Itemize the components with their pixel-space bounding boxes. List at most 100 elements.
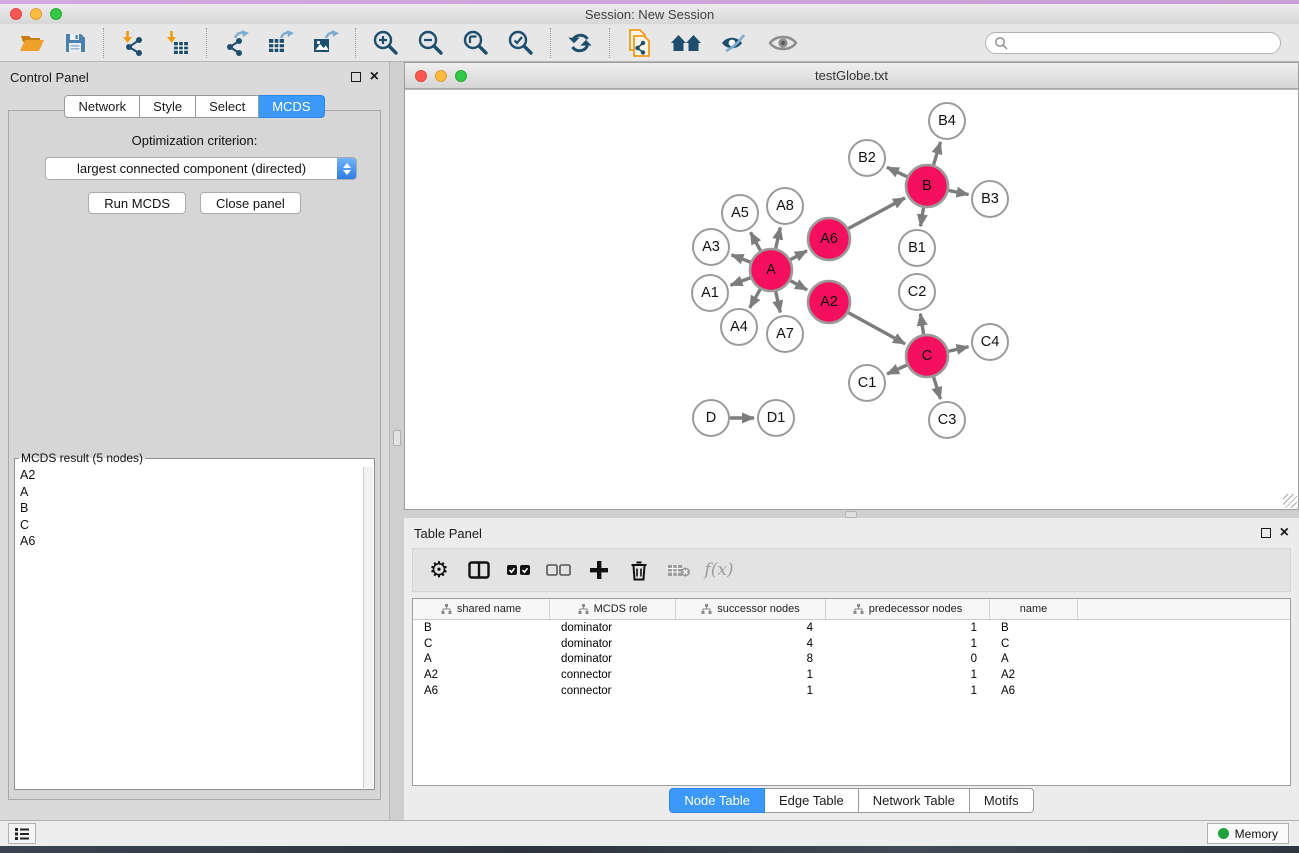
mcds-result-item[interactable]: A2 xyxy=(16,467,362,484)
edge-B-B4[interactable] xyxy=(933,142,940,165)
node-A6[interactable]: A6 xyxy=(808,218,850,260)
node-B[interactable]: B xyxy=(906,165,948,207)
edge-A-A3[interactable] xyxy=(732,255,751,262)
column-panel-button[interactable] xyxy=(463,552,495,588)
import-table-button[interactable] xyxy=(155,27,199,59)
edge-A6-B[interactable] xyxy=(848,198,905,229)
edge-A-A4[interactable] xyxy=(750,289,760,308)
import-network-button[interactable] xyxy=(111,27,155,59)
edge-B-B1[interactable] xyxy=(921,208,924,227)
table-cell[interactable]: 1 xyxy=(676,669,826,681)
table-cell[interactable]: A xyxy=(413,653,550,665)
search-field[interactable] xyxy=(985,32,1281,54)
table-settings-button[interactable]: ⚙ xyxy=(423,552,455,588)
table-tab-motifs[interactable]: Motifs xyxy=(970,788,1034,813)
save-session-button[interactable] xyxy=(54,27,96,59)
table-cell[interactable]: B xyxy=(990,622,1078,634)
edge-A-A5[interactable] xyxy=(751,232,761,250)
zoom-in-button[interactable] xyxy=(363,27,408,59)
table-cell[interactable]: dominator xyxy=(550,653,676,665)
column-header-successor-nodes[interactable]: successor nodes xyxy=(676,599,826,619)
window-resize-grip[interactable] xyxy=(1283,494,1297,508)
node-A3[interactable]: A3 xyxy=(693,229,729,265)
tab-style[interactable]: Style xyxy=(140,95,196,118)
function-builder-button[interactable]: f(x) xyxy=(703,552,735,588)
delete-button[interactable] xyxy=(623,552,655,588)
edge-A-A6[interactable] xyxy=(790,251,807,260)
export-network-button[interactable] xyxy=(214,27,258,59)
delete-table-button[interactable] xyxy=(663,552,695,588)
edge-A-A1[interactable] xyxy=(731,278,751,285)
table-row[interactable]: Cdominator41C xyxy=(413,636,1290,652)
table-tab-node-table[interactable]: Node Table xyxy=(669,788,765,813)
table-cell[interactable]: 8 xyxy=(676,653,826,665)
float-panel-icon[interactable] xyxy=(351,72,361,82)
table-cell[interactable]: B xyxy=(413,622,550,634)
edge-C-C2[interactable] xyxy=(920,314,923,335)
table-cell[interactable]: 4 xyxy=(676,638,826,650)
table-cell[interactable]: connector xyxy=(550,685,676,697)
edge-B-B3[interactable] xyxy=(949,190,969,194)
tab-select[interactable]: Select xyxy=(196,95,259,118)
node-C[interactable]: C xyxy=(906,335,948,377)
task-history-button[interactable] xyxy=(8,823,36,844)
mcds-result-item[interactable]: A xyxy=(16,484,362,501)
add-button[interactable] xyxy=(583,552,615,588)
node-B3[interactable]: B3 xyxy=(972,181,1008,217)
export-table-button[interactable] xyxy=(258,27,303,59)
table-cell[interactable]: A2 xyxy=(990,669,1078,681)
home-button[interactable] xyxy=(661,27,711,59)
node-B4[interactable]: B4 xyxy=(929,103,965,139)
node-A8[interactable]: A8 xyxy=(767,188,803,224)
network-canvas[interactable]: B4B2BB3A8A5A6A3B1AA1C2A2A4A7C4CC1DD1C3 xyxy=(405,89,1298,509)
node-A2[interactable]: A2 xyxy=(808,281,850,323)
close-panel-icon[interactable]: × xyxy=(370,72,379,82)
network-window-titlebar[interactable]: testGlobe.txt xyxy=(405,63,1298,89)
table-cell[interactable]: 4 xyxy=(676,622,826,634)
column-header-name[interactable]: name xyxy=(990,599,1078,619)
memory-button[interactable]: Memory xyxy=(1207,823,1289,844)
edge-A-A7[interactable] xyxy=(776,291,781,312)
table-cell[interactable]: 1 xyxy=(826,685,990,697)
table-cell[interactable]: A6 xyxy=(990,685,1078,697)
node-D1[interactable]: D1 xyxy=(758,400,794,436)
node-A7[interactable]: A7 xyxy=(767,316,803,352)
mcds-result-item[interactable]: B xyxy=(16,500,362,517)
mcds-result-item[interactable]: A6 xyxy=(16,533,362,550)
result-list-scrollbar[interactable] xyxy=(363,467,373,788)
clone-network-button[interactable] xyxy=(617,27,661,59)
show-all-button[interactable] xyxy=(759,27,807,59)
node-D[interactable]: D xyxy=(693,400,729,436)
refresh-button[interactable] xyxy=(558,27,602,59)
node-C1[interactable]: C1 xyxy=(849,365,885,401)
node-B2[interactable]: B2 xyxy=(849,140,885,176)
node-B1[interactable]: B1 xyxy=(899,230,935,266)
table-tab-network-table[interactable]: Network Table xyxy=(859,788,970,813)
edge-C-C1[interactable] xyxy=(887,365,907,374)
tab-mcds[interactable]: MCDS xyxy=(259,95,324,118)
edge-A-A2[interactable] xyxy=(790,281,807,290)
edge-A2-C[interactable] xyxy=(848,313,905,344)
mcds-result-item[interactable]: C xyxy=(16,517,362,534)
column-header-predecessor-nodes[interactable]: predecessor nodes xyxy=(826,599,990,619)
zoom-fit-button[interactable] xyxy=(453,27,498,59)
node-C2[interactable]: C2 xyxy=(899,274,935,310)
table-cell[interactable]: dominator xyxy=(550,638,676,650)
select-all-button[interactable] xyxy=(503,552,535,588)
table-cell[interactable]: dominator xyxy=(550,622,676,634)
table-cell[interactable]: 1 xyxy=(826,669,990,681)
edge-C-C3[interactable] xyxy=(934,377,941,399)
node-A5[interactable]: A5 xyxy=(722,195,758,231)
table-row[interactable]: A6connector11A6 xyxy=(413,683,1290,699)
node-A4[interactable]: A4 xyxy=(721,309,757,345)
table-cell[interactable]: connector xyxy=(550,669,676,681)
column-header-shared-name[interactable]: shared name xyxy=(413,599,550,619)
table-cell[interactable]: A xyxy=(990,653,1078,665)
unselect-all-button[interactable] xyxy=(543,552,575,588)
table-row[interactable]: Adominator80A xyxy=(413,651,1290,667)
table-row[interactable]: Bdominator41B xyxy=(413,620,1290,636)
edge-A-A8[interactable] xyxy=(776,227,781,248)
hide-selected-button[interactable] xyxy=(711,27,759,59)
float-table-panel-icon[interactable] xyxy=(1261,528,1271,538)
run-mcds-button[interactable]: Run MCDS xyxy=(88,192,186,214)
